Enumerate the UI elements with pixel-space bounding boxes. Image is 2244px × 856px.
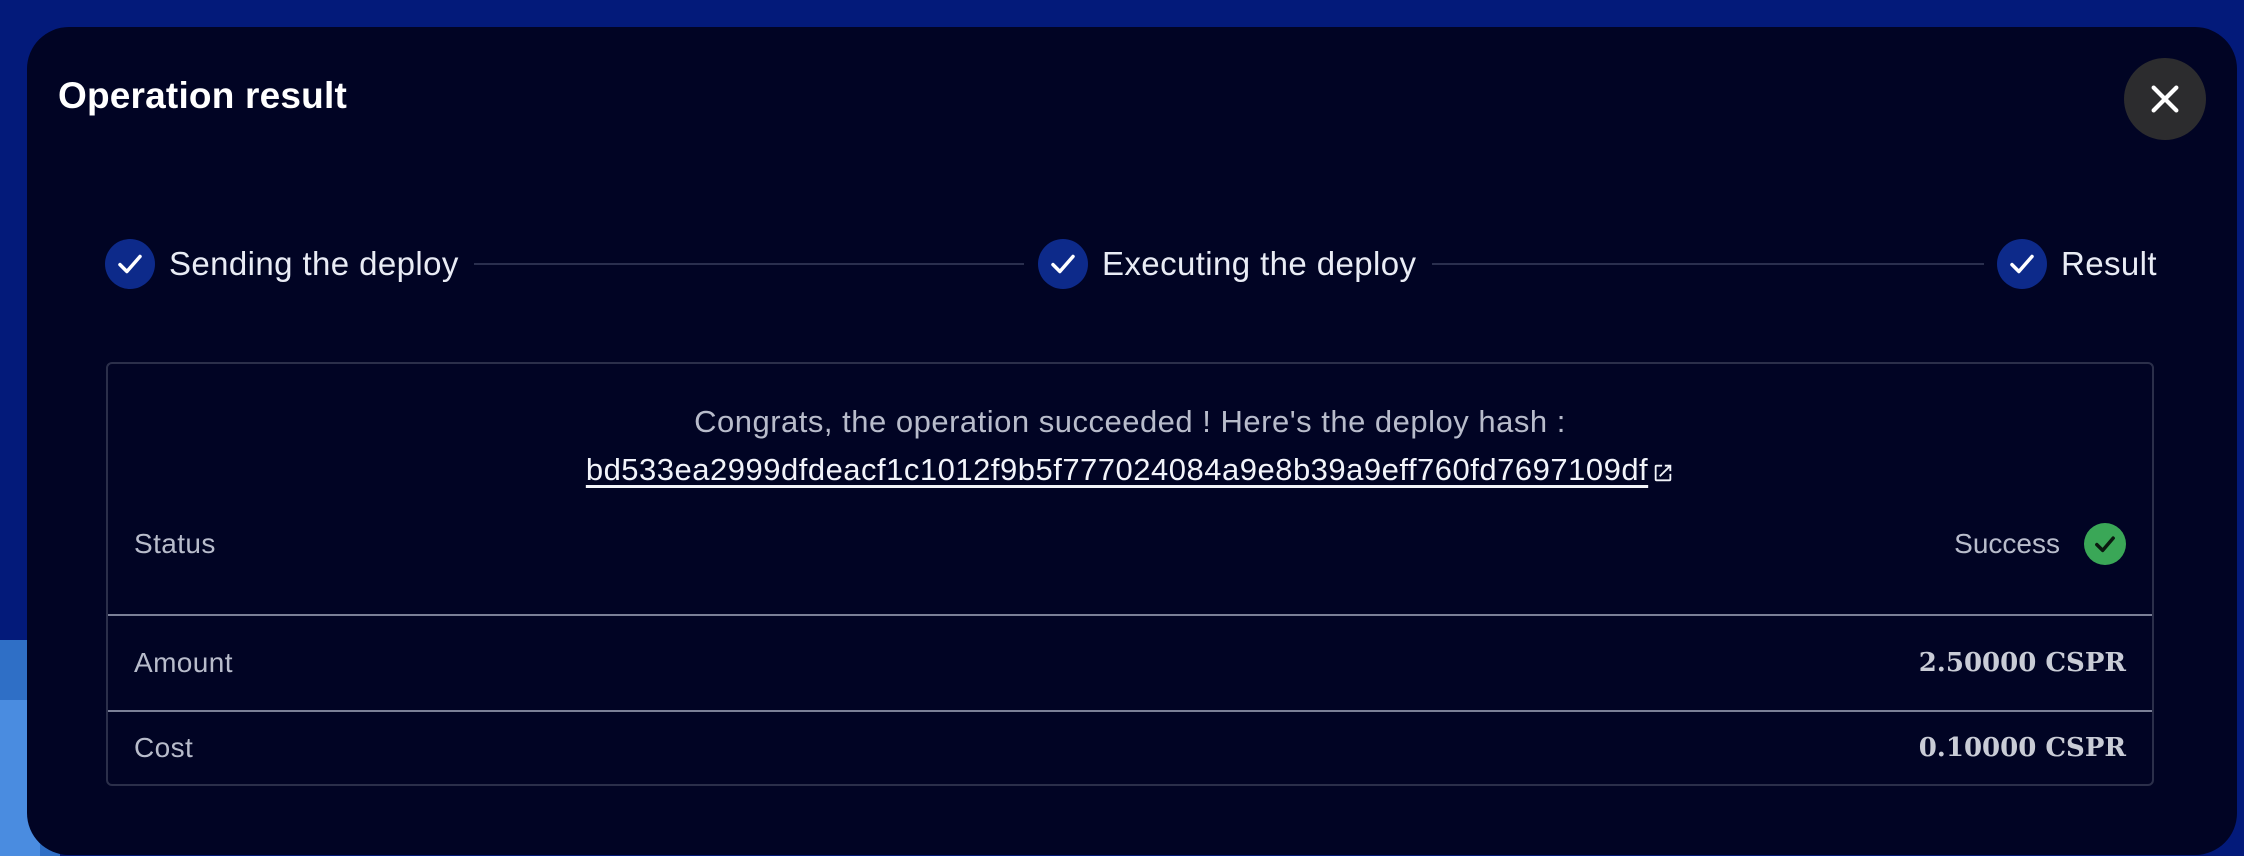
check-icon (1997, 239, 2047, 289)
external-link-icon[interactable] (1652, 462, 1674, 484)
deploy-hash-link[interactable]: bd533ea2999dfdeacf1c1012f9b5f777024084a9… (586, 452, 1648, 487)
amount-row: Amount 2.50000 CSPR (108, 616, 2152, 710)
success-message: Congrats, the operation succeeded ! Here… (694, 404, 1566, 439)
deploy-hash-row: bd533ea2999dfdeacf1c1012f9b5f777024084a9… (108, 452, 2152, 488)
result-card: Congrats, the operation succeeded ! Here… (106, 362, 2154, 786)
cost-row: Cost 0.10000 CSPR (108, 712, 2152, 784)
step-sending-deploy: Sending the deploy (105, 239, 459, 289)
check-icon (105, 239, 155, 289)
cost-label: Cost (134, 732, 194, 763)
step-connector (474, 263, 1024, 265)
operation-result-modal: Operation result Sending the deploy Exec… (27, 27, 2237, 855)
status-label: Status (134, 528, 216, 559)
status-value-group: Success (1954, 523, 2126, 565)
step-label: Sending the deploy (169, 245, 459, 282)
amount-label: Amount (134, 647, 233, 678)
step-executing-deploy: Executing the deploy (1038, 239, 1416, 289)
close-icon (2151, 85, 2179, 113)
close-button[interactable] (2124, 58, 2206, 140)
status-row: Status Success (108, 514, 2152, 574)
cost-value: 0.10000 CSPR (1918, 733, 2126, 763)
check-icon (1038, 239, 1088, 289)
step-connector (1432, 263, 1984, 265)
status-value: Success (1954, 528, 2060, 559)
step-result: Result (1997, 239, 2157, 289)
step-label: Result (2061, 245, 2157, 282)
modal-title: Operation result (58, 75, 347, 116)
step-label: Executing the deploy (1102, 245, 1417, 282)
success-check-icon (2084, 523, 2126, 565)
progress-stepper: Sending the deploy Executing the deploy … (27, 217, 2237, 317)
amount-value: 2.50000 CSPR (1918, 648, 2126, 678)
